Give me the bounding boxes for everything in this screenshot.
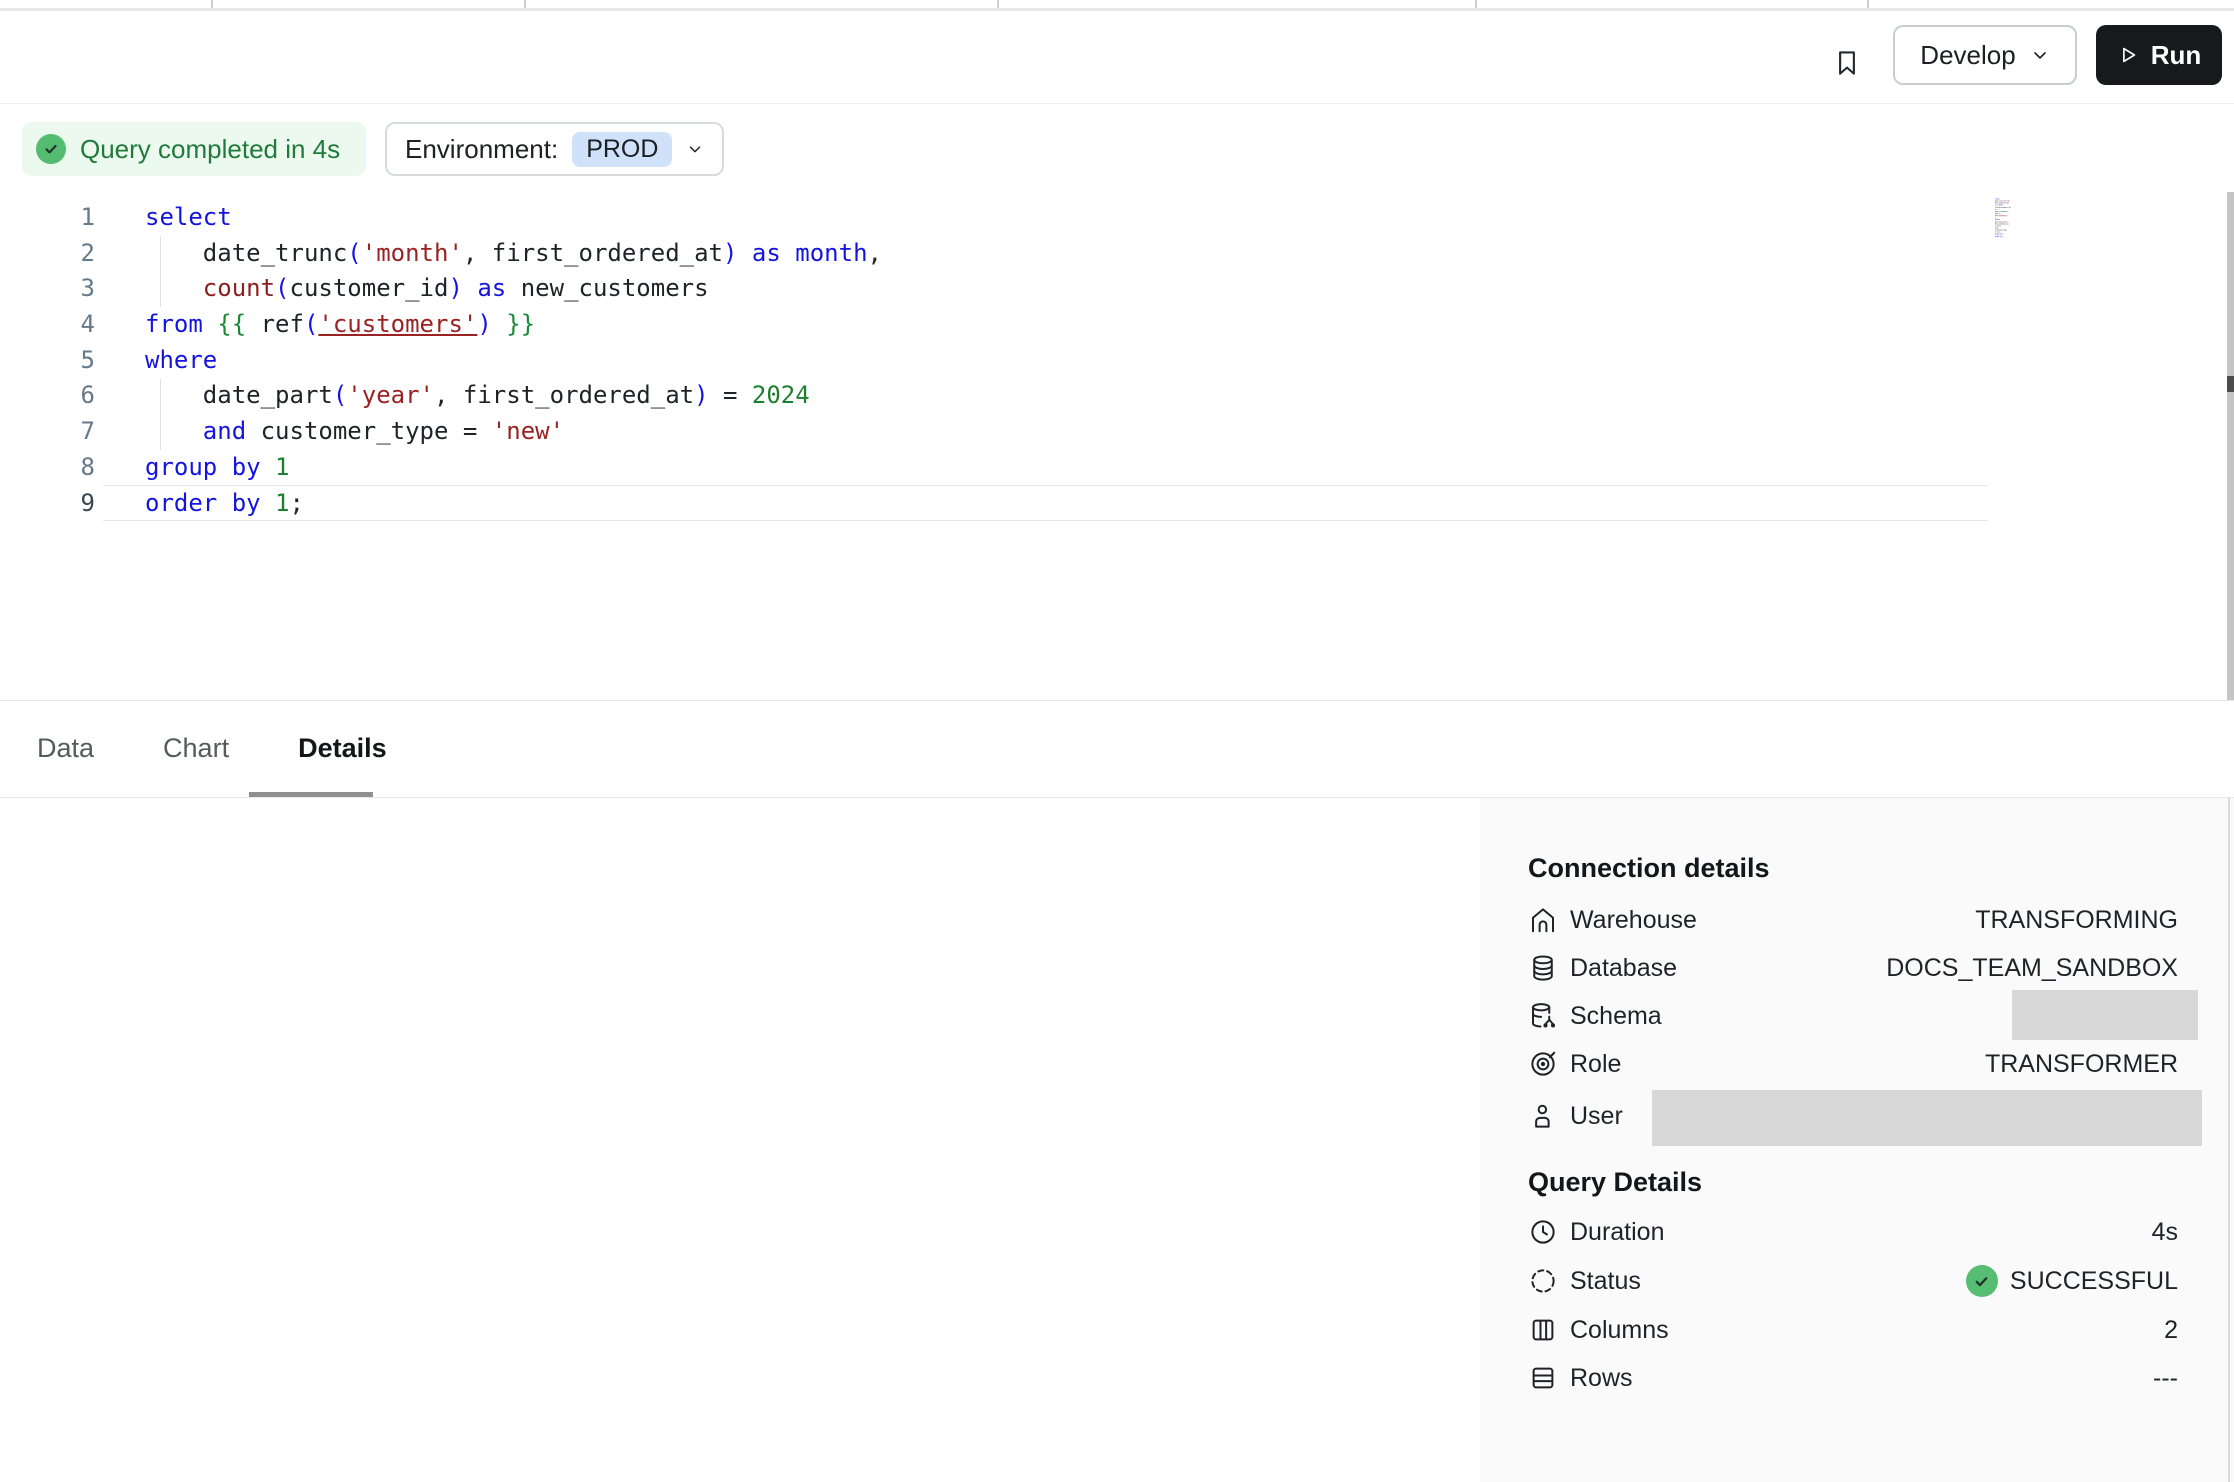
environment-value-chip: PROD [572, 132, 672, 167]
develop-dropdown-button[interactable]: Develop [1893, 25, 2077, 85]
code-line: select [145, 200, 882, 236]
duration-icon [1528, 1217, 1558, 1247]
detail-value: --- [2153, 1364, 2178, 1393]
editor-line-numbers: 123456789 [0, 200, 95, 521]
toolbar: Develop Run [0, 11, 2234, 104]
code-line: group by 1 [145, 450, 882, 486]
editor-scrollbar[interactable] [2227, 192, 2234, 700]
code-line: date_part('year', first_ordered_at) = 20… [145, 378, 882, 414]
code-line: and customer_type = 'new' [145, 414, 882, 450]
chevron-down-icon [2030, 45, 2050, 65]
top-tab-strip [0, 0, 2234, 11]
tab-divider [1475, 0, 1477, 8]
tab-details[interactable]: Details [298, 733, 387, 764]
results-tabbar: Data Chart Details [37, 700, 387, 797]
detail-value: 2 [2164, 1316, 2178, 1345]
scrollbar-thumb[interactable] [2227, 376, 2234, 392]
detail-row-columns: Columns 2 [1528, 1313, 2178, 1347]
detail-value: TRANSFORMING [1975, 906, 2178, 935]
line-number: 4 [0, 307, 95, 343]
columns-icon [1528, 1315, 1558, 1345]
detail-label: Role [1570, 1050, 1621, 1079]
develop-label: Develop [1920, 40, 2015, 71]
detail-label: Database [1570, 954, 1677, 983]
detail-label: Warehouse [1570, 906, 1697, 935]
detail-label: Rows [1570, 1364, 1633, 1393]
rows-icon [1528, 1363, 1558, 1393]
code-line: count(customer_id) as new_customers [145, 271, 882, 307]
run-label: Run [2151, 40, 2202, 71]
detail-row-duration: Duration 4s [1528, 1215, 2178, 1249]
detail-value: SUCCESSFUL [1966, 1265, 2178, 1297]
code-line: date_trunc('month', first_ordered_at) as… [145, 236, 882, 272]
detail-row-status: Status SUCCESSFUL [1528, 1264, 2178, 1298]
check-circle-icon [36, 134, 66, 164]
code-line: order by 1; [145, 486, 882, 522]
run-button[interactable]: Run [2096, 25, 2222, 85]
user-icon [1528, 1101, 1558, 1131]
panel-right-border [2228, 798, 2230, 1482]
tab-divider [997, 0, 999, 8]
database-icon [1528, 953, 1558, 983]
play-icon [2117, 44, 2139, 66]
detail-row-role: Role TRANSFORMER [1528, 1047, 2178, 1081]
warehouse-icon [1528, 905, 1558, 935]
line-number: 7 [0, 414, 95, 450]
success-check-icon [1966, 1265, 1998, 1297]
code-line: order by 1; [1995, 235, 2008, 237]
connection-details-heading: Connection details [1528, 851, 1770, 885]
sql-editor[interactable]: 123456789 select date_trunc('month', fir… [0, 190, 2234, 700]
tab-chart[interactable]: Chart [163, 733, 229, 764]
tab-data[interactable]: Data [37, 733, 94, 764]
line-number: 5 [0, 343, 95, 379]
code-line: where [145, 343, 882, 379]
line-number: 2 [0, 236, 95, 272]
detail-label: Status [1570, 1267, 1641, 1296]
line-number: 9 [0, 486, 95, 522]
role-icon [1528, 1049, 1558, 1079]
editor-minimap[interactable]: select date_trunc('month', first_ordered… [1995, 198, 2105, 242]
detail-row-rows: Rows --- [1528, 1361, 2178, 1395]
detail-label: Schema [1570, 1002, 1662, 1031]
detail-label: Duration [1570, 1218, 1665, 1247]
code-line: from {{ ref('customers') }} [145, 307, 882, 343]
line-number: 8 [0, 450, 95, 486]
details-pane: Title Monthly New Customers in 2024 Desc… [0, 798, 1480, 1482]
query-status-pill: Query completed in 4s [22, 122, 366, 176]
environment-label: Environment: [405, 134, 558, 165]
line-number: 6 [0, 378, 95, 414]
detail-value: TRANSFORMER [1985, 1050, 2178, 1079]
line-number: 1 [0, 200, 95, 236]
detail-value: DOCS_TEAM_SANDBOX [1886, 954, 2178, 983]
status-icon [1528, 1266, 1558, 1296]
user-redacted-value [1652, 1090, 2202, 1146]
tab-divider [524, 0, 526, 8]
line-number: 3 [0, 271, 95, 307]
schema-redacted-value [2012, 990, 2198, 1040]
chevron-down-icon [686, 140, 704, 158]
query-details-heading: Query Details [1528, 1165, 1702, 1199]
editor-code: select date_trunc('month', first_ordered… [145, 200, 882, 521]
tab-divider [1867, 0, 1869, 8]
detail-row-warehouse: Warehouse TRANSFORMING [1528, 903, 2178, 937]
bookmark-icon[interactable] [1832, 48, 1862, 84]
query-status-text: Query completed in 4s [80, 134, 340, 165]
detail-label: User [1570, 1102, 1623, 1131]
app-window: Develop Run Query completed in 4s Enviro… [0, 0, 2234, 1482]
detail-value: 4s [2152, 1218, 2178, 1247]
schema-icon [1528, 1001, 1558, 1031]
detail-row-database: Database DOCS_TEAM_SANDBOX [1528, 951, 2178, 985]
detail-label: Columns [1570, 1316, 1669, 1345]
environment-select[interactable]: Environment: PROD [385, 122, 724, 176]
tab-divider [211, 0, 213, 8]
